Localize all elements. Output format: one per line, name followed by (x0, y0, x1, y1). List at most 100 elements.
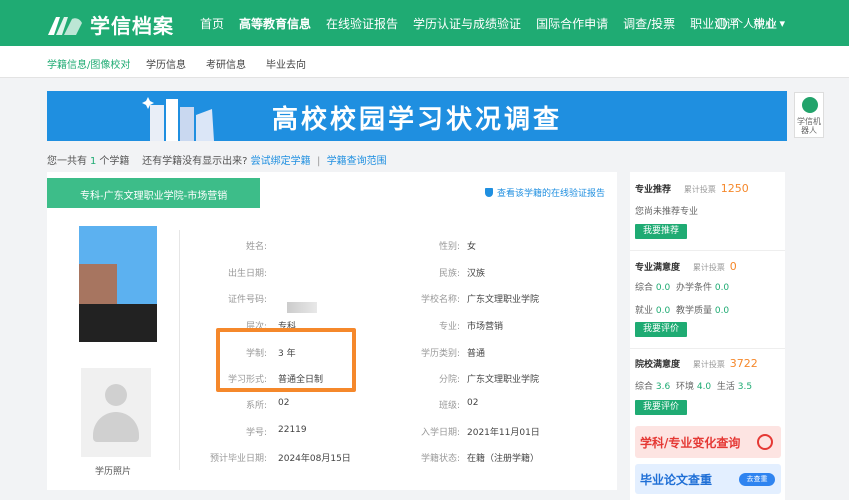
rating-label: 就业 (635, 306, 654, 316)
rating-value: 0.0 (714, 283, 730, 293)
nav-online-report[interactable]: 在线验证报告 (326, 15, 398, 32)
rate-major-button[interactable]: 我要评价 (635, 322, 687, 337)
field-value-branch: 广东文理职业学院 (467, 375, 540, 385)
rating-label: 生活 (716, 382, 735, 392)
query-scope-link[interactable]: 学籍查询范围 (327, 156, 387, 167)
major-rating-row-1: 综合 0.0 办学条件 0.0 (635, 280, 729, 293)
field-value-ethnicity: 汉族 (467, 269, 486, 279)
rate-school-button[interactable]: 我要评价 (635, 400, 687, 415)
field-label-name: 姓名: (245, 242, 267, 252)
rating-label: 环境 (675, 382, 694, 392)
robot-assistant[interactable]: 学信机器人 (794, 92, 824, 138)
shield-icon (484, 188, 493, 197)
field-label-department: 系所: (245, 401, 267, 411)
field-label-id-number: 证件号码: (227, 295, 267, 305)
enrollment-photo (79, 226, 157, 342)
field-label-major: 专业: (438, 322, 460, 332)
nav-home[interactable]: 首页 (200, 15, 224, 32)
tab-education[interactable]: 学历信息 (146, 56, 186, 71)
recommend-button[interactable]: 我要推荐 (635, 224, 687, 239)
recommend-votes: 1250 (720, 182, 749, 195)
major-satisfaction-title: 专业满意度 (635, 263, 681, 273)
summary-prefix: 您一共有 (47, 156, 87, 167)
field-label-student-id: 学号: (245, 428, 267, 438)
highlight-box (216, 328, 356, 392)
sub-nav: 学籍信息/图像校对 学历信息 考研信息 毕业去向 (0, 46, 849, 78)
separator: | (316, 156, 321, 167)
field-value-major: 市场营销 (467, 322, 504, 332)
school-votes-label: 累计投票 (692, 360, 725, 369)
logo[interactable]: 学信档案 (46, 10, 174, 39)
field-value-status: 在籍（注册学籍） (467, 454, 540, 464)
nav-certification[interactable]: 学历认证与成绩验证 (413, 15, 521, 32)
photo-label: 学历照片 (95, 467, 132, 477)
recommend-header: 专业推荐 累计投票 1250 (635, 182, 749, 195)
rating-label: 教学质量 (675, 306, 712, 316)
robot-icon (802, 97, 818, 113)
field-value-enrollment-date: 2021年11月01日 (467, 428, 540, 438)
rating-value: 4.0 (696, 382, 712, 392)
thesis-check-banner[interactable]: 毕业论文查重 去查重 (635, 464, 781, 494)
banner-title: 高校校园学习状况调查 (272, 105, 563, 135)
nav-survey[interactable]: 调查/投票 (623, 15, 675, 32)
field-value-education-type: 普通 (467, 349, 486, 359)
major-votes-label: 累计投票 (692, 263, 725, 272)
field-label-status: 学籍状态: (420, 454, 460, 464)
nav-higher-education[interactable]: 高等教育信息 (239, 15, 311, 32)
user-icon (715, 17, 727, 29)
thesis-check-button[interactable]: 去查重 (739, 473, 775, 486)
field-value-class: 02 (467, 398, 479, 408)
rating-value: 3.5 (737, 382, 753, 392)
record-summary: 您一共有 1 个学籍 还有学籍没有显示出来? 尝试绑定学籍 | 学籍查询范围 (47, 152, 387, 167)
school-rating-row: 综合 3.6 环境 4.0 生活 3.5 (635, 379, 752, 392)
major-votes: 0 (729, 260, 737, 273)
recommend-note: 您尚未推荐专业 (635, 207, 699, 217)
avatar-icon (105, 384, 127, 406)
tab-graduation[interactable]: 毕业去向 (266, 56, 306, 71)
nav-international[interactable]: 国际合作申请 (536, 15, 608, 32)
rating-value: 0.0 (655, 283, 671, 293)
rating-label: 办学条件 (675, 283, 712, 293)
field-value-gender: 女 (467, 242, 477, 252)
play-icon (757, 434, 773, 450)
record-tag[interactable]: 专科-广东文理职业学院-市场营销 (47, 178, 260, 208)
field-label-enrollment-date: 入学日期: (420, 428, 460, 438)
field-value-expected-graduation: 2024年08月15日 (278, 454, 351, 464)
books-illustration (142, 97, 214, 141)
field-label-school: 学校名称: (420, 295, 460, 305)
recommend-title: 专业推荐 (635, 185, 672, 195)
major-satisfaction-header: 专业满意度 累计投票 0 (635, 260, 737, 273)
field-label-class: 班级: (438, 401, 460, 411)
rating-value: 0.0 (714, 306, 730, 316)
verify-report-link[interactable]: 查看该学籍的在线验证报告 (484, 186, 605, 199)
verify-report-label: 查看该学籍的在线验证报告 (496, 189, 605, 199)
recommend-votes-label: 累计投票 (683, 185, 716, 194)
field-value-student-id: 22119 (278, 425, 307, 435)
user-center-menu[interactable]: 个人中心 ▾ (715, 15, 785, 31)
field-value-department: 02 (278, 398, 290, 408)
field-label-ethnicity: 民族: (438, 269, 460, 279)
degree-photo-placeholder (81, 368, 151, 457)
field-label-branch: 分院: (438, 375, 460, 385)
main-nav: 首页 高等教育信息 在线验证报告 学历认证与成绩验证 国际合作申请 调查/投票 … (200, 0, 792, 46)
field-label-education-type: 学历类别: (420, 349, 460, 359)
record-count: 1 (90, 156, 97, 167)
major-rating-row-2: 就业 0.0 教学质量 0.0 (635, 303, 729, 316)
field-label-birthdate: 出生日期: (227, 269, 267, 279)
major-change-query-banner[interactable]: 学科/专业变化查询 (635, 426, 781, 458)
tab-postgraduate[interactable]: 考研信息 (206, 56, 246, 71)
summary-question: 还有学籍没有显示出来? (142, 156, 248, 167)
field-label-gender: 性别: (438, 242, 460, 252)
tab-student-status[interactable]: 学籍信息/图像校对 (47, 56, 130, 71)
survey-banner[interactable]: 高校校园学习状况调查 (47, 91, 787, 141)
redacted-id-number (287, 302, 317, 313)
top-nav: 学信档案 首页 高等教育信息 在线验证报告 学历认证与成绩验证 国际合作申请 调… (0, 0, 849, 46)
user-center-label: 个人中心 ▾ (731, 17, 785, 30)
logo-icon (48, 16, 82, 35)
summary-suffix: 个学籍 (99, 156, 130, 167)
rating-value: 0.0 (655, 306, 671, 316)
rating-label: 综合 (635, 283, 654, 293)
bind-record-link[interactable]: 尝试绑定学籍 (251, 156, 311, 167)
thesis-check-label: 毕业论文查重 (640, 473, 713, 487)
rating-label: 综合 (635, 382, 654, 392)
